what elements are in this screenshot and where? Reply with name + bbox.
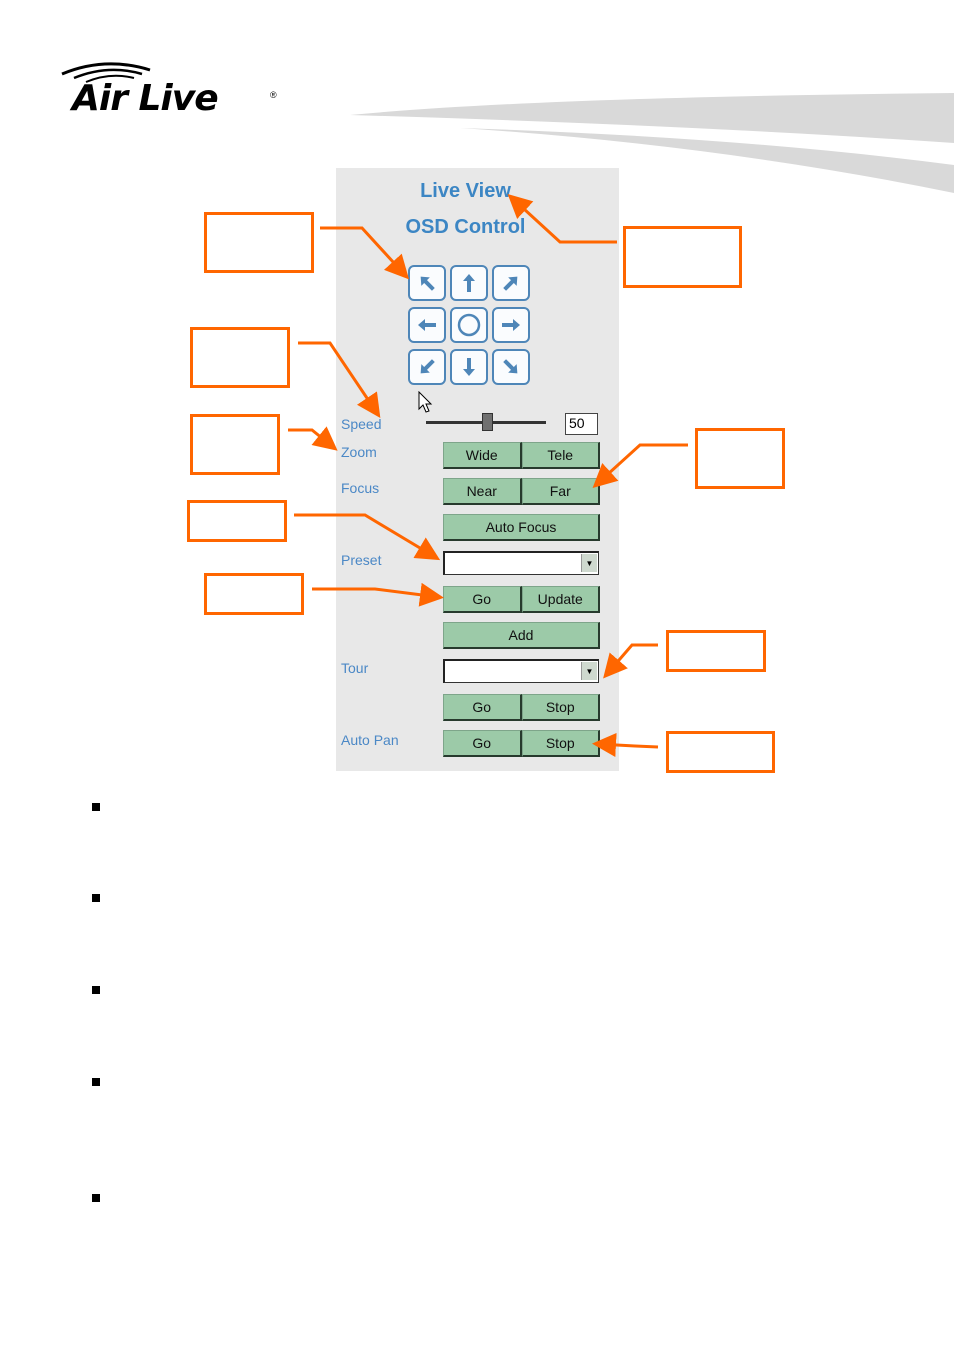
arrow-up-right-icon bbox=[503, 276, 518, 291]
callout-box bbox=[695, 428, 785, 489]
live-view-title: Live View bbox=[420, 180, 511, 202]
speed-value-field[interactable]: 50 bbox=[565, 413, 598, 435]
arrow-up-icon bbox=[463, 274, 475, 292]
registered-mark: ® bbox=[270, 90, 277, 100]
tour-label: Tour bbox=[341, 660, 369, 676]
zoom-tele-button[interactable]: Tele bbox=[521, 442, 600, 469]
callout-box bbox=[623, 226, 742, 288]
focus-label: Focus bbox=[341, 480, 380, 496]
arrow-down-left-icon bbox=[420, 359, 435, 374]
preset-update-button[interactable]: Update bbox=[521, 586, 600, 613]
arrow-home-icon bbox=[457, 313, 481, 337]
chevron-down-icon[interactable]: ▼ bbox=[581, 662, 597, 680]
ptz-up-right-button[interactable] bbox=[492, 265, 530, 301]
callout-box bbox=[666, 630, 766, 672]
osd-control-title: OSD Control bbox=[405, 216, 526, 238]
auto-focus-button[interactable]: Auto Focus bbox=[443, 514, 600, 541]
callout-box bbox=[190, 414, 280, 475]
focus-near-button[interactable]: Near bbox=[443, 478, 522, 505]
ptz-left-button[interactable] bbox=[408, 307, 446, 343]
ptz-down-button[interactable] bbox=[450, 349, 488, 385]
focus-buttons: Near Far bbox=[443, 478, 600, 505]
ptz-right-button[interactable] bbox=[492, 307, 530, 343]
bullet-point bbox=[92, 1194, 100, 1202]
callout-box bbox=[204, 573, 304, 615]
preset-label: Preset bbox=[341, 552, 382, 568]
airlive-logo: Air Live ® bbox=[58, 60, 288, 130]
bullet-point bbox=[92, 803, 100, 811]
callout-box bbox=[666, 731, 775, 773]
speed-slider-thumb[interactable] bbox=[481, 413, 493, 431]
ptz-down-left-button[interactable] bbox=[408, 349, 446, 385]
arrow-left-icon bbox=[418, 319, 436, 331]
preset-buttons: Go Update bbox=[443, 586, 600, 613]
bullet-point bbox=[92, 986, 100, 994]
ptz-down-right-button[interactable] bbox=[492, 349, 530, 385]
callout-box bbox=[190, 327, 290, 388]
speed-slider[interactable] bbox=[426, 413, 546, 431]
mouse-cursor-icon bbox=[418, 391, 433, 413]
zoom-label: Zoom bbox=[341, 444, 377, 460]
tour-go-button[interactable]: Go bbox=[443, 694, 522, 721]
preset-add-row: Add bbox=[443, 622, 600, 649]
arrow-up-left-icon bbox=[420, 276, 435, 291]
auto-focus-row: Auto Focus bbox=[443, 514, 600, 541]
preset-add-button[interactable]: Add bbox=[443, 622, 600, 649]
brand-name: Air Live bbox=[72, 78, 219, 119]
ptz-up-left-button[interactable] bbox=[408, 265, 446, 301]
arrow-down-icon bbox=[463, 358, 475, 376]
tour-stop-button[interactable]: Stop bbox=[521, 694, 600, 721]
auto-pan-go-button[interactable]: Go bbox=[443, 730, 522, 757]
callout-box bbox=[187, 500, 287, 542]
preset-go-button[interactable]: Go bbox=[443, 586, 522, 613]
auto-pan-buttons: Go Stop bbox=[443, 730, 600, 757]
arrow-right-icon bbox=[502, 319, 520, 331]
callout-box bbox=[204, 212, 314, 273]
ptz-home-button[interactable] bbox=[450, 307, 488, 343]
speed-label: Speed bbox=[341, 416, 382, 432]
focus-far-button[interactable]: Far bbox=[521, 478, 600, 505]
auto-pan-label: Auto Pan bbox=[341, 732, 399, 748]
zoom-buttons: Wide Tele bbox=[443, 442, 600, 469]
osd-control-panel: Live View OSD Control Speed 50 Zoom Wide… bbox=[336, 168, 619, 771]
arrow-down-right-icon bbox=[503, 359, 518, 374]
auto-pan-stop-button[interactable]: Stop bbox=[521, 730, 600, 757]
bullet-point bbox=[92, 894, 100, 902]
chevron-down-icon[interactable]: ▼ bbox=[581, 554, 597, 572]
ptz-up-button[interactable] bbox=[450, 265, 488, 301]
bullet-point bbox=[92, 1078, 100, 1086]
preset-select[interactable]: ▼ bbox=[443, 551, 599, 575]
callout-arrow bbox=[288, 426, 338, 451]
tour-select[interactable]: ▼ bbox=[443, 659, 599, 683]
tour-buttons: Go Stop bbox=[443, 694, 600, 721]
zoom-wide-button[interactable]: Wide bbox=[443, 442, 522, 469]
